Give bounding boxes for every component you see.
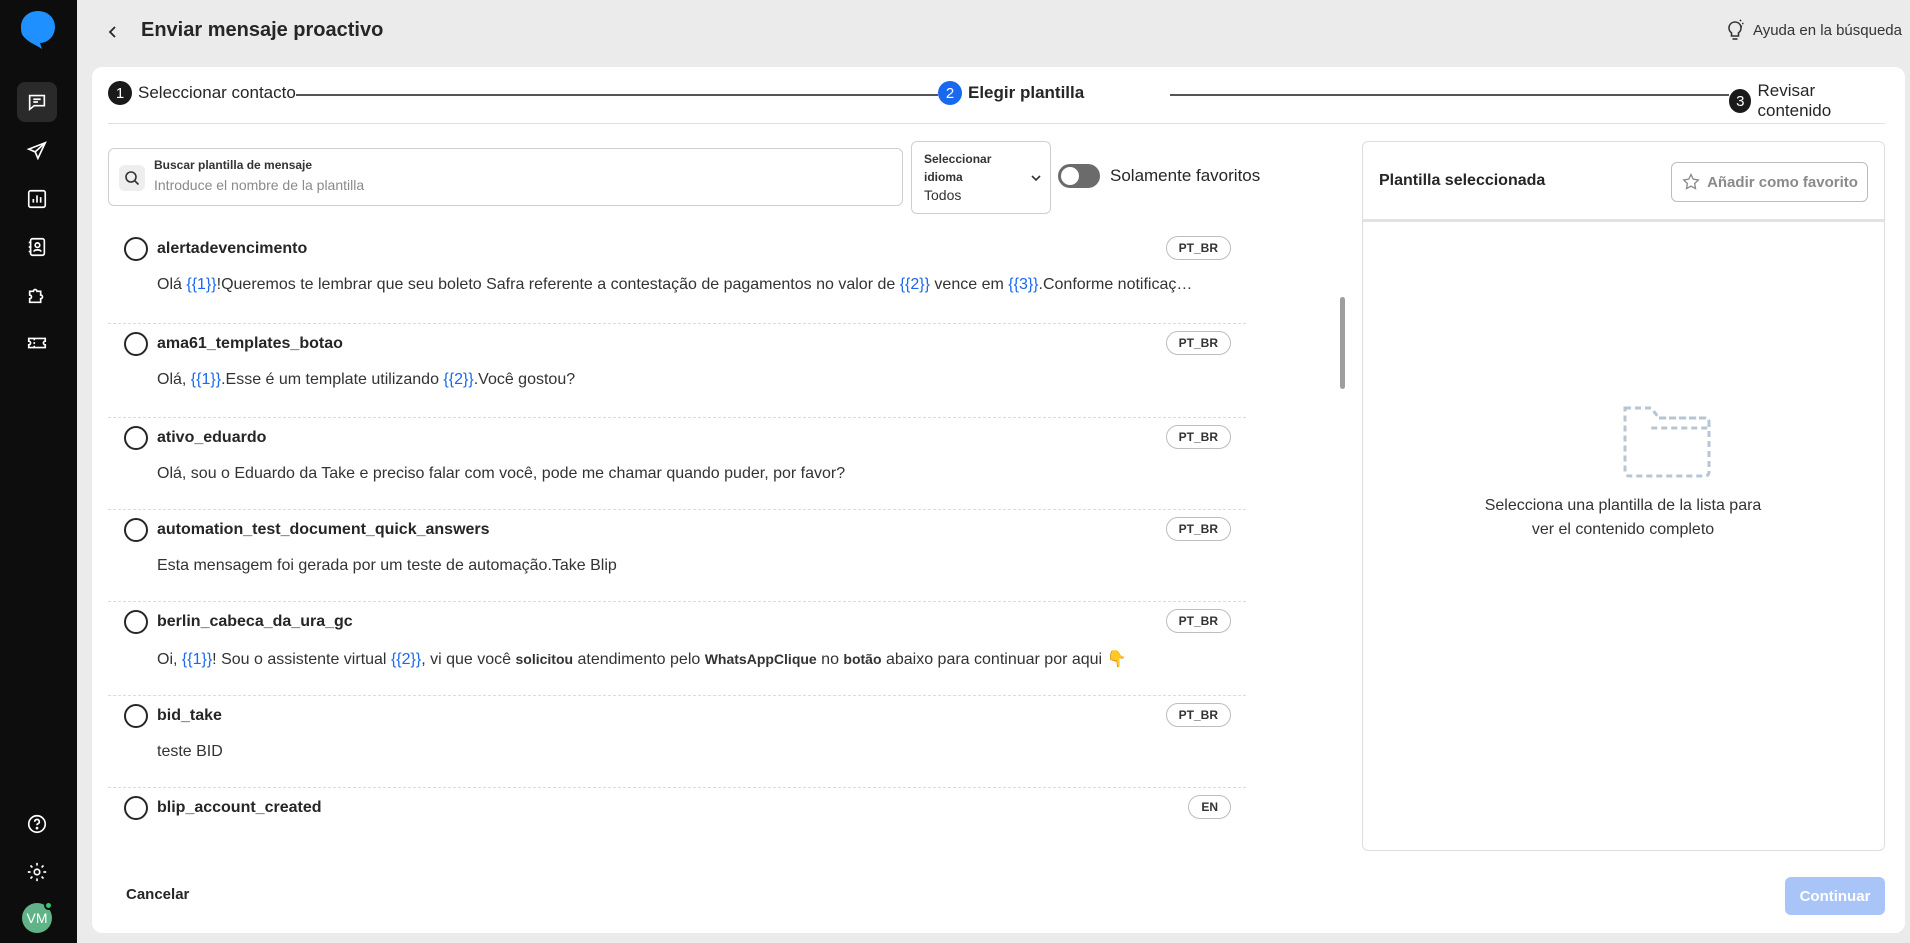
- page-header: Enviar mensaje proactivo Ayuda en la bús…: [77, 0, 1910, 64]
- bold-text: WhatsAppClique: [704, 651, 817, 667]
- template-radio[interactable]: [124, 704, 148, 728]
- template-body: Esta mensagem foi gerada por um teste de…: [157, 557, 617, 574]
- step-select-contact: 1 Seleccionar contacto: [108, 81, 296, 105]
- add-favorite-button[interactable]: Añadir como favorito: [1671, 162, 1868, 202]
- divider: [108, 123, 1885, 124]
- template-radio[interactable]: [124, 426, 148, 450]
- search-input[interactable]: [154, 177, 874, 193]
- language-badge: PT_BR: [1165, 609, 1231, 633]
- template-row[interactable]: automation_test_document_quick_answers P…: [108, 510, 1246, 602]
- step-number: 1: [108, 81, 132, 105]
- empty-folder-icon: [1623, 406, 1711, 478]
- nav-chat-icon[interactable]: [17, 82, 57, 122]
- step-label: Revisar contenido: [1757, 81, 1832, 120]
- step-number: 2: [938, 81, 962, 105]
- template-row[interactable]: blip_account_created EN: [108, 788, 1246, 851]
- stepper: 1 Seleccionar contacto 2 Elegir plantill…: [108, 81, 1885, 121]
- panel-header: Plantilla seleccionada Añadir como favor…: [1363, 142, 1884, 222]
- step-label: Seleccionar contacto: [138, 83, 296, 102]
- template-body: Olá, sou o Eduardo da Take e preciso fal…: [157, 465, 846, 482]
- template-list[interactable]: alertadevencimento PT_BR Olá {{1}}!Quere…: [108, 229, 1248, 851]
- list-scrollbar[interactable]: [1340, 297, 1345, 389]
- template-radio[interactable]: [124, 518, 148, 542]
- language-badge: PT_BR: [1165, 331, 1231, 355]
- language-badge: PT_BR: [1165, 703, 1231, 727]
- template-variable: {{2}}: [899, 276, 930, 293]
- nav-extensions-icon[interactable]: [17, 275, 57, 315]
- empty-state-text: Selecciona una plantilla de la lista par…: [1484, 497, 1762, 538]
- favorites-only-label: Solamente favoritos: [1110, 166, 1261, 185]
- template-row[interactable]: bid_take PT_BR teste BID: [108, 696, 1246, 788]
- language-badge: EN: [1188, 795, 1231, 819]
- template-radio[interactable]: [124, 237, 148, 261]
- favorites-only-toggle[interactable]: Solamente favoritos: [1058, 164, 1260, 188]
- language-badge: PT_BR: [1165, 236, 1231, 260]
- step-number: 3: [1729, 89, 1752, 113]
- star-icon: [1682, 172, 1700, 190]
- nav-tickets-icon[interactable]: [17, 323, 57, 363]
- toggle-switch[interactable]: [1058, 164, 1100, 188]
- selected-template-panel: Plantilla seleccionada Añadir como favor…: [1362, 141, 1885, 851]
- step-review-content: 3 Revisar contenido: [1729, 81, 1885, 121]
- chevron-down-icon: [1031, 175, 1041, 182]
- toggle-knob: [1061, 167, 1079, 185]
- template-variable: {{1}}: [190, 371, 222, 388]
- template-name: automation_test_document_quick_answers: [157, 521, 490, 538]
- template-name: blip_account_created: [157, 799, 322, 816]
- blip-logo-icon[interactable]: [18, 9, 58, 51]
- search-help-link[interactable]: Ayuda en la búsqueda: [1725, 19, 1902, 41]
- template-variable: {{2}}: [390, 651, 422, 668]
- main-card: 1 Seleccionar contacto 2 Elegir plantill…: [92, 67, 1905, 933]
- template-search[interactable]: Buscar plantilla de mensaje: [108, 148, 903, 206]
- language-badge: PT_BR: [1165, 517, 1231, 541]
- language-select-label: Seleccionar idioma: [924, 152, 992, 184]
- template-row[interactable]: berlin_cabeca_da_ura_gc PT_BR Oi, {{1}}!…: [108, 602, 1246, 696]
- avatar-initials: VM: [26, 910, 48, 926]
- nav-contacts-icon[interactable]: [17, 227, 57, 267]
- template-name: bid_take: [157, 707, 222, 724]
- template-name: ama61_templates_botao: [157, 335, 343, 352]
- bold-text: solicitou: [515, 651, 574, 667]
- help-icon[interactable]: [17, 804, 57, 844]
- step-choose-template: 2 Elegir plantilla: [938, 81, 1085, 105]
- bold-text: botão: [843, 651, 882, 667]
- online-status-dot: [44, 901, 53, 910]
- template-variable: {{3}}: [1008, 276, 1039, 293]
- step-label: Elegir plantilla: [968, 83, 1085, 102]
- language-select-value: Todos: [924, 187, 962, 203]
- template-body: Olá {{1}}!Queremos te lembrar que seu bo…: [157, 276, 1197, 293]
- template-body: Olá, {{1}}.Esse é um template utilizando…: [157, 371, 576, 388]
- page-title: Enviar mensaje proactivo: [141, 19, 384, 41]
- template-name: ativo_eduardo: [157, 429, 267, 446]
- panel-title: Plantilla seleccionada: [1379, 172, 1546, 189]
- help-label: Ayuda en la búsqueda: [1752, 21, 1902, 39]
- back-arrow-icon[interactable]: [101, 20, 125, 44]
- cancel-button[interactable]: Cancelar: [126, 886, 189, 903]
- search-icon: [119, 165, 145, 191]
- template-name: berlin_cabeca_da_ura_gc: [157, 613, 353, 630]
- search-label: Buscar plantilla de mensaje: [154, 158, 313, 172]
- template-radio[interactable]: [124, 332, 148, 356]
- template-name: alertadevencimento: [157, 240, 308, 257]
- stepper-line-1: [284, 94, 1048, 96]
- template-row[interactable]: ativo_eduardo PT_BR Olá, sou o Eduardo d…: [108, 418, 1246, 510]
- lightbulb-icon: [1728, 19, 1744, 40]
- settings-gear-icon[interactable]: [17, 852, 57, 892]
- continue-button[interactable]: Continuar: [1785, 877, 1885, 915]
- template-body: Oi, {{1}}! Sou o assistente virtual {{2}…: [157, 651, 1127, 668]
- template-body: teste BID: [157, 743, 223, 760]
- template-variable: {{1}}: [186, 276, 217, 293]
- add-favorite-label: Añadir como favorito: [1707, 173, 1858, 191]
- nav-analytics-icon[interactable]: [17, 179, 57, 219]
- language-badge: PT_BR: [1165, 425, 1231, 449]
- nav-send-icon[interactable]: [17, 131, 57, 171]
- template-radio[interactable]: [124, 796, 148, 820]
- template-variable: {{1}}: [181, 651, 213, 668]
- template-row[interactable]: ama61_templates_botao PT_BR Olá, {{1}}.E…: [108, 324, 1246, 418]
- language-select[interactable]: Seleccionar idioma Todos: [911, 141, 1051, 214]
- left-rail: VM: [0, 0, 77, 943]
- template-row[interactable]: alertadevencimento PT_BR Olá {{1}}!Quere…: [108, 229, 1246, 324]
- template-variable: {{2}}: [443, 371, 474, 388]
- template-radio[interactable]: [124, 610, 148, 634]
